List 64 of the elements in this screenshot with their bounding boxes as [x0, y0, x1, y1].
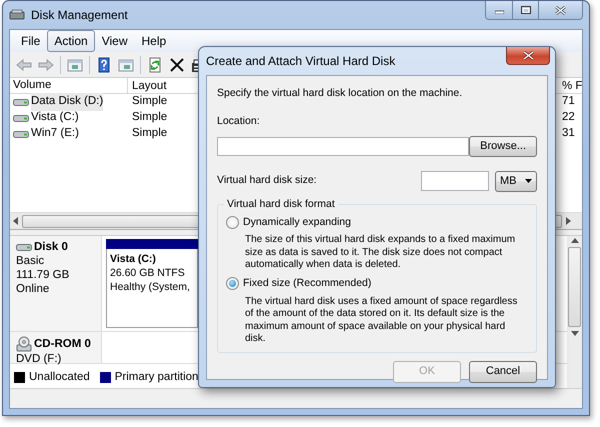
radio-button[interactable] — [226, 216, 239, 229]
radio-option[interactable]: Fixed size (Recommended) — [226, 276, 528, 292]
drive-icon — [13, 129, 29, 139]
legend-label: Unallocated — [29, 370, 90, 385]
unit-dropdown[interactable]: MB — [495, 170, 537, 192]
maximize-icon — [520, 6, 530, 14]
browse-button[interactable]: Browse... — [469, 136, 537, 156]
location-label: Location: — [217, 114, 261, 129]
drive-icon — [16, 242, 32, 252]
close-button[interactable] — [506, 47, 550, 65]
legend-label: Primary partition — [114, 370, 198, 385]
disk-detail: Basic — [16, 254, 46, 268]
instruction-text: Specify the virtual hard disk location on the machine. — [217, 86, 464, 101]
help-icon[interactable] — [96, 56, 112, 72]
size-label: Virtual hard disk size: — [217, 173, 317, 188]
disk-name: CD-ROM 0 — [34, 337, 91, 351]
caret-icon — [525, 179, 532, 183]
column-header[interactable]: % F — [560, 78, 582, 93]
delete-icon[interactable] — [169, 56, 185, 72]
maximize-button[interactable] — [512, 1, 538, 19]
pane-icon[interactable] — [118, 56, 134, 72]
close-icon — [555, 6, 566, 14]
menu-item[interactable]: Help — [134, 30, 174, 52]
window-title: Disk Management — [31, 7, 128, 24]
table-cell-text: Simple — [131, 110, 168, 126]
drive-icon — [13, 113, 29, 123]
disk-detail: Online — [16, 282, 50, 296]
minimize-button[interactable] — [486, 1, 512, 19]
radio-option[interactable]: Dynamically expanding — [226, 214, 528, 230]
radio-button[interactable] — [226, 277, 239, 290]
drive-icon — [13, 97, 29, 107]
menu-item[interactable]: File — [14, 30, 48, 52]
scroll-left-icon[interactable] — [13, 217, 19, 225]
menu-item[interactable]: View — [94, 30, 134, 52]
cd-drive-icon — [16, 336, 32, 352]
option-description: The size of this virtual hard disk expands to a fixed maximum size as data is saved to it. The disk size does not compact automatically when data is deleted. — [244, 234, 516, 272]
table-cell-text: Simple — [131, 126, 168, 142]
option-description: The virtual hard disk uses a fixed amount of space regardless of the amount of the data stored on it. Its default size is the maximum amount of space available on your physical hard disk. — [244, 296, 518, 346]
table-cell-text: 22 — [561, 110, 576, 126]
scroll-down-icon[interactable] — [570, 331, 578, 336]
table-cell[interactable]: Win7 (E:) — [31, 125, 79, 143]
dialog-title: Create and Attach Virtual Hard Disk — [206, 53, 396, 70]
table-cell[interactable]: Vista (C:) — [31, 109, 79, 127]
menu-item[interactable]: Action — [47, 30, 95, 52]
disk-name: Disk 0 — [34, 240, 68, 254]
vertical-scrollbar[interactable] — [567, 236, 582, 388]
input-field[interactable] — [217, 136, 470, 156]
cancel-button[interactable]: Cancel — [469, 360, 537, 382]
disk-detail: DVD (F:) — [16, 352, 62, 366]
partition-size: 26.60 GB NTFS — [110, 266, 185, 280]
disk-detail: 111.79 GB — [16, 268, 70, 282]
refresh-icon[interactable] — [147, 56, 163, 72]
close-icon — [522, 51, 534, 60]
scroll-up-icon[interactable] — [570, 238, 578, 243]
partition-name: Vista (C:) — [110, 252, 156, 266]
partition-status: Healthy (System, — [110, 280, 190, 294]
table-cell-text: Simple — [131, 94, 168, 110]
table-cell[interactable]: Data Disk (D:) — [31, 93, 104, 111]
close-button[interactable] — [538, 1, 582, 19]
pane-icon[interactable] — [67, 56, 83, 72]
table-cell-text: 71 — [561, 94, 576, 110]
table-cell-text: 31 — [561, 126, 576, 142]
scroll-right-icon[interactable] — [565, 217, 571, 225]
input-field[interactable] — [421, 171, 489, 191]
